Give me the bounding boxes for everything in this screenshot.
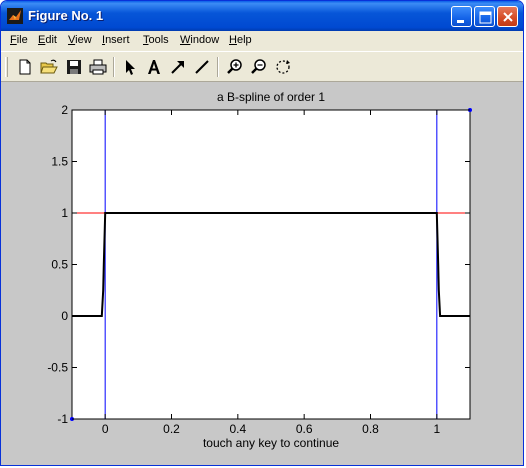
figure-window: Figure No. 1 File Edit View Insert Tools… [0, 0, 524, 466]
minimize-button[interactable] [451, 6, 472, 27]
x-axis-label: touch any key to continue [203, 436, 339, 450]
menu-bar: File Edit View Insert Tools Window Help [1, 31, 523, 51]
title-bar[interactable]: Figure No. 1 [1, 1, 523, 31]
x-tick-label: 1 [433, 422, 440, 436]
arrow-tool-icon[interactable] [169, 58, 187, 76]
open-folder-icon[interactable] [40, 58, 58, 76]
menu-window[interactable]: Window [180, 34, 219, 46]
save-icon[interactable] [65, 58, 83, 76]
y-tick-label: 2 [61, 103, 68, 117]
x-tick-label: 0.8 [362, 422, 379, 436]
x-tick-label: 0.6 [296, 422, 313, 436]
y-tick-label: 1.5 [51, 155, 68, 169]
arrow-select-icon[interactable] [121, 58, 139, 76]
minimize-icon [457, 20, 464, 23]
x-tick-label: 0.4 [229, 422, 246, 436]
toolbar-separator [217, 57, 219, 77]
y-tick-label: 0 [61, 309, 68, 323]
close-icon [503, 12, 513, 22]
toolbar-separator [113, 57, 115, 77]
chart-title: a B-spline of order 1 [217, 90, 325, 104]
print-icon[interactable] [89, 58, 107, 76]
close-button[interactable] [497, 6, 518, 27]
maximize-button[interactable] [474, 6, 495, 27]
line-tool-icon[interactable] [193, 58, 211, 76]
window-title: Figure No. 1 [28, 8, 104, 23]
plot: 0 0.2 0.4 0.6 0.8 1 -1 -0.5 0 0.5 1 1.5 2 a B-splin… [47, 90, 472, 450]
rotate-icon[interactable] [274, 58, 292, 76]
maximize-icon [479, 11, 492, 24]
y-tick-label: 1 [61, 206, 68, 220]
menu-file[interactable]: File [10, 34, 28, 46]
toolbar [1, 51, 523, 82]
axes-box [71, 109, 471, 420]
y-tick-label: -0.5 [47, 361, 68, 375]
menu-insert[interactable]: Insert [102, 34, 130, 46]
zoom-in-icon[interactable] [226, 58, 244, 76]
text-tool-icon[interactable] [145, 58, 163, 76]
figure-canvas: 0 0.2 0.4 0.6 0.8 1 -1 -0.5 0 0.5 1 1.5 2 a B-splin… [1, 82, 523, 465]
toolbar-grip[interactable] [5, 57, 8, 77]
menu-view[interactable]: View [68, 34, 92, 46]
y-tick-label: -1 [57, 412, 68, 426]
menu-help[interactable]: Help [229, 34, 252, 46]
y-tick-label: 0.5 [51, 258, 68, 272]
new-file-icon[interactable] [16, 58, 34, 76]
menu-edit[interactable]: Edit [38, 34, 57, 46]
menu-tools[interactable]: Tools [143, 34, 169, 46]
matlab-icon [7, 8, 23, 24]
x-tick-label: 0 [102, 422, 109, 436]
x-tick-label: 0.2 [163, 422, 180, 436]
zoom-out-icon[interactable] [250, 58, 268, 76]
